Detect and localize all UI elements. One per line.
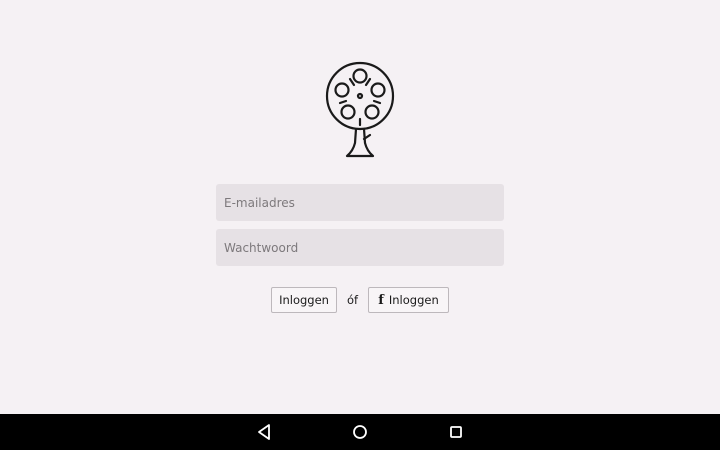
facebook-login-label: Inloggen (388, 293, 439, 307)
login-button-label: Inloggen (279, 293, 329, 307)
home-circle-icon[interactable] (348, 420, 372, 444)
system-navigation-bar (0, 414, 720, 450)
password-input[interactable] (216, 229, 504, 266)
login-screen: Inloggen óf f Inloggen (0, 0, 720, 414)
film-reel-tree-icon (325, 61, 395, 158)
email-input[interactable] (216, 184, 504, 221)
recent-apps-square-icon[interactable] (444, 420, 468, 444)
facebook-icon: f (378, 292, 384, 308)
login-button[interactable]: Inloggen (271, 287, 337, 313)
back-triangle-icon[interactable] (252, 420, 276, 444)
or-separator: óf (347, 293, 359, 307)
screen: Inloggen óf f Inloggen (0, 0, 720, 450)
facebook-login-button[interactable]: f Inloggen (368, 287, 449, 313)
